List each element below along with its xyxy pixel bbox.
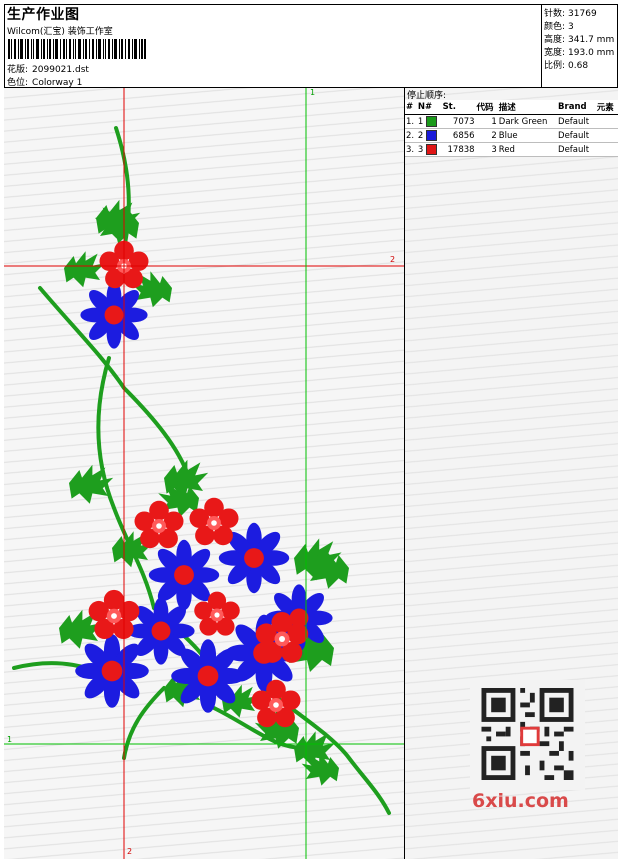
table-row[interactable]: 1. 1 7073 1 Dark Green Default (405, 114, 618, 129)
height-value: 341.7 mm (568, 35, 615, 45)
width-row: 宽度: 193.0 mm (544, 45, 614, 58)
color-swatch (425, 130, 437, 141)
color-swatch (425, 144, 437, 155)
red-vertical-guide-label: 2 (127, 847, 133, 856)
stitches-row: 针数: 31769 (544, 6, 597, 19)
bottom-flower-cluster (75, 497, 333, 728)
color-swatch (425, 116, 437, 127)
watermark-logo: 6xiu.com (472, 790, 569, 812)
design-value: 2099021.dst (32, 65, 89, 75)
row-brand: Default (557, 114, 596, 129)
table-header-row: # N# St. 代码 描述 Brand 元素 (405, 100, 618, 115)
row-index: 3. (405, 142, 417, 157)
width-label: 宽度: (544, 48, 566, 58)
studio-name: Wilcom(汇宝) 装饰工作室 (7, 27, 113, 37)
col-header-element: 元素 (595, 100, 618, 115)
page-title: 生产作业图 (7, 7, 80, 23)
stats-panel: 针数: 31769 颜色: 3 高度: 341.7 mm 宽度: 193.0 mm 比例… (542, 4, 618, 88)
row-index: 2. (405, 128, 417, 143)
row-code: 1 (475, 114, 498, 129)
row-description: Red (497, 142, 558, 157)
green-horizontal-guide-label: 1 (7, 735, 13, 744)
colors-row: 颜色: 3 (544, 19, 574, 32)
col-header-brand: Brand (557, 100, 596, 115)
colors-value: 3 (568, 22, 574, 32)
design-label: 花版: (7, 65, 29, 75)
table-row[interactable]: 3. 3 17838 3 Red Default (405, 142, 618, 157)
col-header-index: # (405, 100, 417, 115)
row-needle: 2 (417, 131, 424, 141)
top-flower-cluster (80, 240, 149, 349)
stitches-label: 针数: (544, 9, 566, 19)
design-row: 花版: 2099021.dst (7, 62, 89, 75)
guide-lines (4, 88, 404, 859)
row-brand: Default (557, 128, 596, 143)
colors-label: 颜色: (544, 22, 566, 32)
row-stitches: 6856 (441, 128, 476, 143)
row-code: 2 (475, 128, 498, 143)
scale-row: 比例: 0.68 (544, 58, 588, 71)
height-row: 高度: 341.7 mm (544, 32, 614, 45)
col-header-stitches: St. (441, 100, 476, 115)
row-stitches: 7073 (441, 114, 476, 129)
design-canvas[interactable]: 1 1 2 2 (4, 88, 405, 859)
red-horizontal-guide-label: 2 (390, 255, 396, 264)
green-vertical-guide-label: 1 (310, 88, 316, 97)
table-row[interactable]: 2. 2 6856 2 Blue Default (405, 128, 618, 143)
header-panel: 生产作业图 Wilcom(汇宝) 装饰工作室 花版: 2099021.dst 色位… (4, 4, 542, 88)
stitches-value: 31769 (568, 9, 597, 19)
embroidery-design (4, 88, 404, 859)
stems (12, 126, 391, 815)
colorway-label: 色位: (7, 78, 29, 88)
col-header-description: 描述 (497, 100, 558, 115)
row-code: 3 (475, 142, 498, 157)
row-needle: 3 (417, 145, 424, 155)
qr-code (470, 680, 585, 790)
barcode (8, 39, 146, 59)
colorway-value: Colorway 1 (32, 78, 83, 88)
scale-label: 比例: (544, 61, 566, 71)
stop-sequence-table: # N# St. 代码 描述 Brand 元素 1. 1 7073 1 Dark… (405, 100, 618, 157)
scale-value: 0.68 (568, 61, 589, 71)
height-label: 高度: (544, 35, 566, 45)
col-header-code: 代码 (475, 100, 498, 115)
row-index: 1. (405, 114, 417, 129)
width-value: 193.0 mm (568, 48, 615, 58)
colorway-row: 色位: Colorway 1 (7, 75, 82, 88)
row-brand: Default (557, 142, 596, 157)
row-description: Blue (497, 128, 558, 143)
row-stitches: 17838 (441, 142, 476, 157)
row-needle: 1 (417, 117, 424, 127)
row-description: Dark Green (497, 114, 558, 129)
col-header-needle: N# (416, 100, 442, 115)
qr-code-icon (481, 688, 574, 780)
